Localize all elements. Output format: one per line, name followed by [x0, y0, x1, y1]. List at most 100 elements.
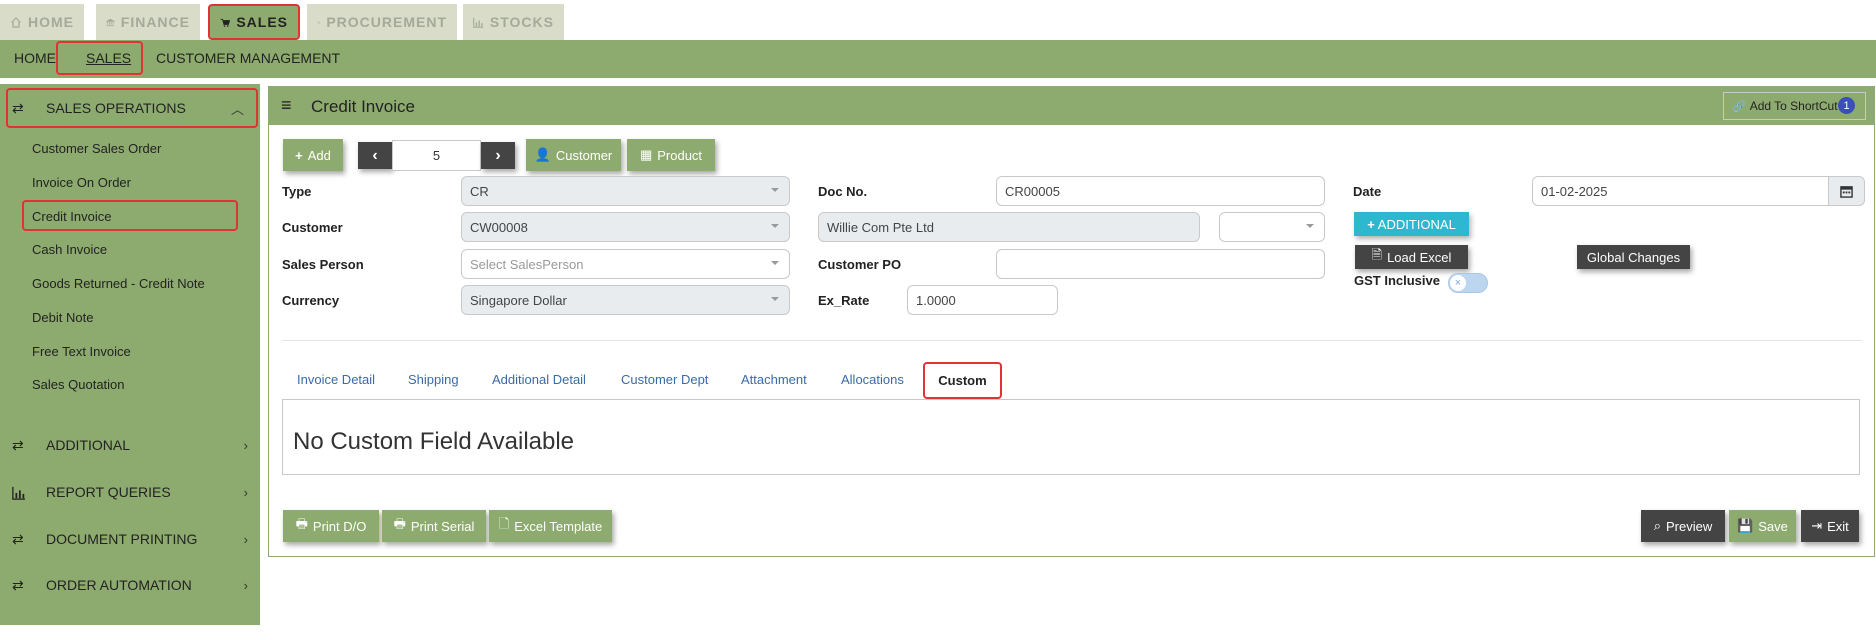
sidebar-section-sales-operations[interactable]: ⇄ SALES OPERATIONS ︿ — [6, 88, 258, 128]
product-button[interactable]: ▦ Product — [627, 139, 715, 171]
customer-po-label: Customer PO — [818, 257, 902, 272]
tab-attachment[interactable]: Attachment — [741, 372, 807, 387]
next-record-button[interactable]: › — [481, 142, 515, 169]
sidebar-item-goods-returned[interactable]: Goods Returned - Credit Note — [32, 276, 205, 291]
print-icon: 🖶 — [393, 516, 406, 531]
exit-button[interactable]: ⇥ Exit — [1801, 510, 1859, 542]
exchange-icon: ⇄ — [12, 530, 24, 547]
top-tab-label: STOCKS — [489, 14, 554, 30]
top-tab-label: SALES — [236, 14, 288, 30]
customer-value: CW00008 — [470, 219, 528, 235]
print-icon: 🖶 — [295, 516, 308, 531]
tab-custom[interactable]: Custom — [923, 362, 1002, 399]
sidebar-item-debit-note[interactable]: Debit Note — [32, 310, 93, 325]
save-icon: 💾 — [1737, 518, 1754, 533]
chevron-up-icon: ︿ — [230, 101, 244, 117]
sidebar-item-free-text-invoice[interactable]: Free Text Invoice — [32, 344, 131, 359]
excel-template-label: Excel Template — [514, 518, 603, 534]
home-icon — [11, 16, 21, 28]
product-button-label: Product — [657, 147, 703, 163]
sidebar-section-label: ORDER AUTOMATION — [46, 577, 192, 593]
calendar-icon — [1840, 185, 1853, 198]
customer-button-label: Customer — [555, 147, 613, 163]
sidebar-section-order-automation[interactable]: ⇄ ORDER AUTOMATION › — [8, 565, 260, 605]
credit-invoice-panel: ≡ Credit Invoice 🔗 Add To ShortCut 1 + A… — [268, 86, 1875, 557]
page-title: Credit Invoice — [311, 97, 415, 116]
tab-allocations[interactable]: Allocations — [841, 372, 904, 387]
caret-down-icon — [771, 261, 779, 265]
excel-template-button[interactable]: 🗋 Excel Template — [489, 510, 612, 542]
top-tab-home[interactable]: HOME — [0, 4, 84, 40]
tab-invoice-detail[interactable]: Invoice Detail — [297, 372, 375, 387]
customer-po-input[interactable] — [996, 249, 1325, 279]
sidebar-section-label: ADDITIONAL — [46, 437, 131, 453]
sidebar-section-document-printing[interactable]: ⇄ DOCUMENT PRINTING › — [8, 519, 260, 559]
chevron-left-icon: ‹ — [372, 146, 378, 164]
highlight-box — [22, 200, 238, 231]
file-excel-icon: 🗎 — [1371, 247, 1383, 262]
sales-person-select[interactable]: Select SalesPerson — [461, 249, 790, 279]
doc-no-label: Doc No. — [818, 184, 868, 199]
tab-additional-detail[interactable]: Additional Detail — [492, 372, 586, 387]
add-to-shortcut-button[interactable]: 🔗 Add To ShortCut 1 — [1723, 92, 1866, 120]
additional-button[interactable]: + ADDITIONAL — [1354, 212, 1469, 236]
customer-select[interactable]: CW00008 — [461, 212, 790, 242]
gst-inclusive-toggle[interactable]: × — [1448, 273, 1488, 293]
date-input[interactable]: 01-02-2025 — [1532, 176, 1829, 206]
preview-button[interactable]: ⌕ Preview — [1641, 510, 1725, 542]
add-button[interactable]: + Add — [283, 139, 343, 171]
caret-down-icon — [771, 224, 779, 228]
exchange-icon: ⇄ — [12, 99, 24, 116]
calendar-button[interactable] — [1828, 176, 1865, 206]
chevron-right-icon: › — [243, 577, 248, 593]
type-select[interactable]: CR — [461, 176, 790, 206]
sidebar-item-customer-sales-order[interactable]: Customer Sales Order — [32, 141, 161, 156]
gst-inclusive-label: GST Inclusive — [1354, 273, 1440, 288]
sidebar-section-additional[interactable]: ⇄ ADDITIONAL › — [8, 425, 260, 465]
print-do-button[interactable]: 🖶 Print D/O — [283, 510, 379, 542]
doc-no-input[interactable]: CR00005 — [996, 176, 1325, 206]
sidebar-item-cash-invoice[interactable]: Cash Invoice — [32, 242, 107, 257]
sidebar-section-label: DOCUMENT PRINTING — [46, 531, 198, 547]
plus-icon: + — [295, 147, 303, 163]
shortcut-label: Add To ShortCut — [1749, 99, 1838, 113]
caret-down-icon — [771, 297, 779, 301]
tab-shipping[interactable]: Shipping — [408, 372, 459, 387]
currency-select[interactable]: Singapore Dollar — [461, 285, 790, 315]
menu-icon[interactable]: ≡ — [281, 95, 292, 116]
top-tab-label: PROCUREMENT — [326, 14, 447, 30]
print-do-label: Print D/O — [312, 518, 367, 534]
top-tab-finance[interactable]: FINANCE — [96, 4, 200, 40]
ex-rate-input[interactable]: 1.0000 — [907, 285, 1058, 315]
no-custom-field-message: No Custom Field Available — [293, 428, 575, 455]
record-number-input[interactable]: 5 — [392, 140, 481, 171]
global-changes-button[interactable]: Global Changes — [1577, 245, 1690, 269]
top-tab-stocks[interactable]: STOCKS — [463, 4, 564, 40]
exchange-icon: ⇄ — [12, 576, 24, 593]
sub-nav: HOME SALES CUSTOMER MANAGEMENT — [0, 40, 1876, 78]
load-excel-button[interactable]: 🗎 Load Excel — [1355, 245, 1468, 269]
search-icon: ⌕ — [1653, 518, 1662, 533]
sidebar-item-sales-quotation[interactable]: Sales Quotation — [32, 377, 125, 392]
save-label: Save — [1758, 518, 1788, 534]
sub-nav-home[interactable]: HOME — [14, 50, 56, 66]
customer-button[interactable]: 👤 Customer — [526, 139, 621, 171]
toggle-off-icon: × — [1450, 275, 1466, 291]
tab-customer-dept[interactable]: Customer Dept — [621, 372, 708, 387]
top-tab-sales[interactable]: SALES — [208, 4, 300, 40]
link-icon: 🔗 — [1732, 100, 1746, 113]
sidebar: ⇄ SALES OPERATIONS ︿ Customer Sales Orde… — [0, 84, 260, 625]
chevron-right-icon: › — [243, 484, 248, 500]
previous-record-button[interactable]: ‹ — [358, 142, 392, 169]
sidebar-section-report-queries[interactable]: REPORT QUERIES › — [8, 472, 260, 512]
currency-value: Singapore Dollar — [470, 292, 567, 308]
custom-tab-content: No Custom Field Available — [282, 399, 1860, 475]
sidebar-item-invoice-on-order[interactable]: Invoice On Order — [32, 175, 131, 190]
print-serial-button[interactable]: 🖶 Print Serial — [382, 510, 486, 542]
caret-down-icon — [771, 188, 779, 192]
top-tab-label: FINANCE — [120, 14, 190, 30]
customer-extra-select[interactable] — [1219, 212, 1325, 242]
top-tab-procurement[interactable]: PROCUREMENT — [307, 4, 457, 40]
sub-nav-customer-management[interactable]: CUSTOMER MANAGEMENT — [156, 50, 340, 66]
save-button[interactable]: 💾 Save — [1729, 510, 1796, 542]
